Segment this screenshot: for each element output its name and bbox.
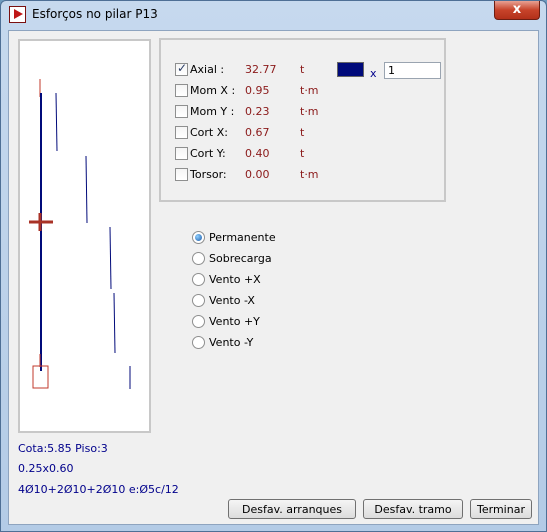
force-row-cort-y: Cort Y: 0.40 t <box>175 146 445 162</box>
force-segment-1 <box>55 92 58 152</box>
terminar-button[interactable]: Terminar <box>470 499 532 519</box>
forces-panel: Axial : 32.77 t Mom X : 0.95 t·m Mom Y :… <box>159 38 446 202</box>
force-unit: t <box>300 63 305 76</box>
radio-vento-plus-x[interactable]: Vento +X <box>192 272 332 288</box>
axial-checkbox[interactable] <box>175 61 188 76</box>
force-label: Cort X: <box>190 126 228 139</box>
force-value: 0.00 <box>245 168 270 181</box>
radio-vento-plus-y[interactable]: Vento +Y <box>192 314 332 330</box>
force-row-mom-y: Mom Y : 0.23 t·m <box>175 104 445 120</box>
status-cota-piso: Cota:5.85 Piso:3 <box>18 442 108 455</box>
mom-y-checkbox[interactable] <box>175 105 188 118</box>
force-value: 0.67 <box>245 126 270 139</box>
pillar-diagram-panel <box>18 39 151 433</box>
mom-x-checkbox[interactable] <box>175 84 188 97</box>
radio-button[interactable] <box>192 336 205 349</box>
force-unit: t·m <box>300 105 319 118</box>
radio-label: Vento -X <box>209 294 255 307</box>
radio-label: Vento +Y <box>209 315 260 328</box>
color-swatch[interactable] <box>337 62 364 77</box>
status-section: 0.25x0.60 <box>18 462 74 475</box>
force-unit: t <box>300 126 305 139</box>
force-row-mom-x: Mom X : 0.95 t·m <box>175 83 445 99</box>
force-segment-3 <box>109 226 112 290</box>
desfav-tramo-button[interactable]: Desfav. tramo <box>363 499 463 519</box>
pillar-diagram <box>29 79 131 389</box>
scale-input[interactable] <box>384 62 441 79</box>
cort-x-checkbox[interactable] <box>175 126 188 139</box>
radio-label: Permanente <box>209 231 276 244</box>
force-label: Axial : <box>190 63 225 76</box>
radio-button[interactable] <box>192 294 205 307</box>
desfav-arranques-button[interactable]: Desfav. arranques <box>228 499 356 519</box>
force-value: 0.95 <box>245 84 270 97</box>
radio-button[interactable] <box>192 315 205 328</box>
dialog-window: Esforços no pilar P13 x Ax <box>0 0 547 532</box>
radio-button[interactable] <box>192 252 205 265</box>
force-segment-2 <box>85 155 88 224</box>
radio-sobrecarga[interactable]: Sobrecarga <box>192 251 332 267</box>
force-value: 0.23 <box>245 105 270 118</box>
force-row-torsor: Torsor: 0.00 t·m <box>175 167 445 183</box>
force-label: Mom X : <box>190 84 236 97</box>
force-unit: t·m <box>300 168 319 181</box>
radio-button[interactable] <box>192 231 205 244</box>
radio-permanente[interactable]: Permanente <box>192 230 332 246</box>
force-row-cort-x: Cort X: 0.67 t <box>175 125 445 141</box>
radio-vento-minus-y[interactable]: Vento -Y <box>192 335 332 351</box>
force-unit: t·m <box>300 84 319 97</box>
radio-vento-minus-x[interactable]: Vento -X <box>192 293 332 309</box>
force-unit: t <box>300 147 305 160</box>
radio-button[interactable] <box>192 273 205 286</box>
force-label: Torsor: <box>190 168 227 181</box>
title-bar[interactable]: Esforços no pilar P13 x <box>1 1 546 29</box>
cort-y-checkbox[interactable] <box>175 147 188 160</box>
torsor-checkbox[interactable] <box>175 168 188 181</box>
radio-label: Vento +X <box>209 273 261 286</box>
force-label: Mom Y : <box>190 105 235 118</box>
scale-x-label: x <box>370 67 377 80</box>
app-icon <box>9 6 26 23</box>
force-value: 32.77 <box>245 63 277 76</box>
force-label: Cort Y: <box>190 147 226 160</box>
window-title: Esforços no pilar P13 <box>32 7 158 21</box>
radio-label: Sobrecarga <box>209 252 272 265</box>
close-button[interactable]: x <box>494 1 540 20</box>
force-value: 0.40 <box>245 147 270 160</box>
force-segment-4 <box>113 292 116 354</box>
radio-label: Vento -Y <box>209 336 254 349</box>
status-reinforcement: 4Ø10+2Ø10+2Ø10 e:Ø5c/12 <box>18 483 179 496</box>
dialog-client-area: Axial : 32.77 t Mom X : 0.95 t·m Mom Y :… <box>8 30 539 525</box>
